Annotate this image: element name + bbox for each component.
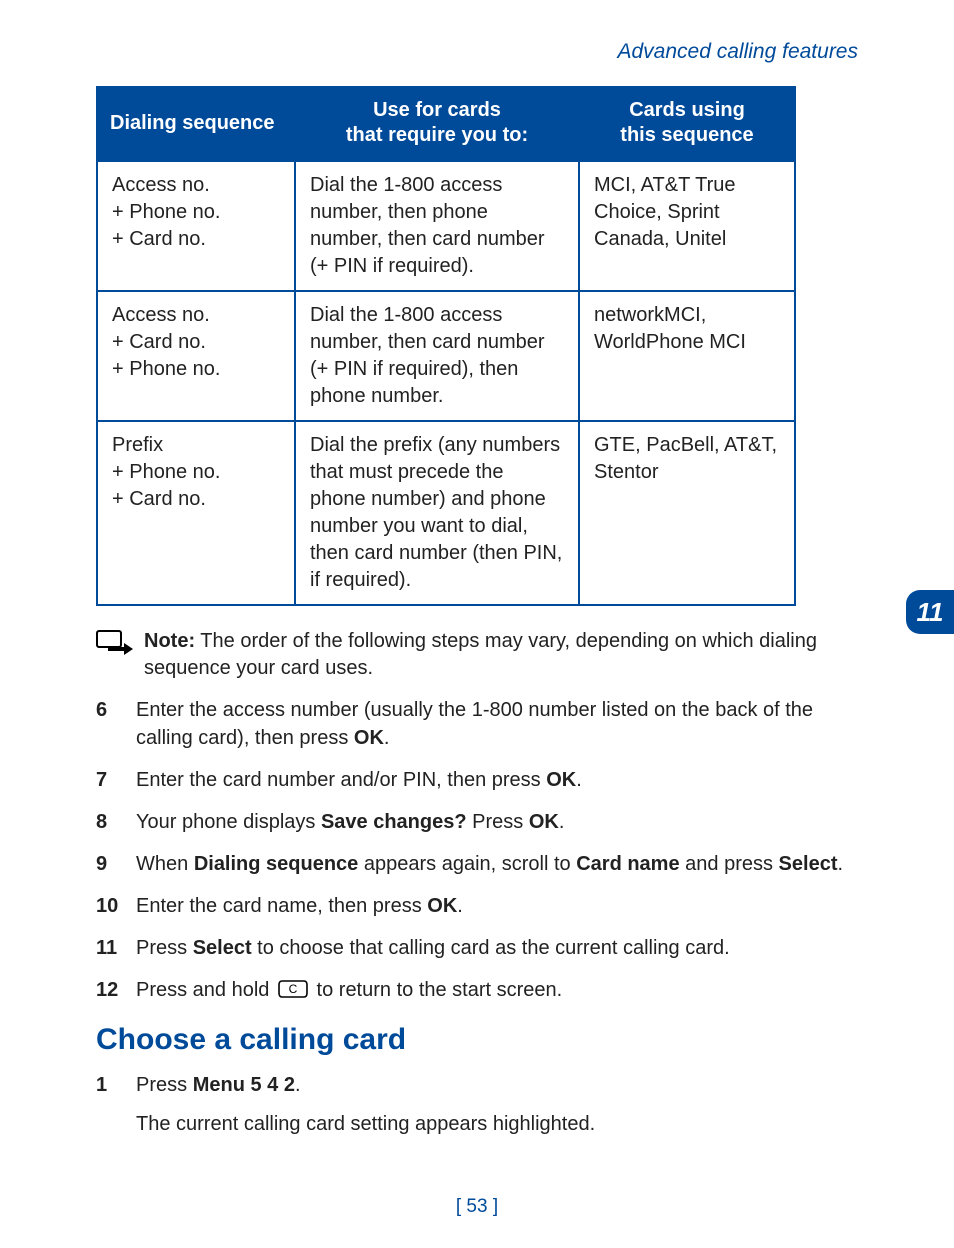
step-number: 11: [96, 934, 136, 962]
cell-cards: MCI, AT&T True Choice, Sprint Canada, Un…: [579, 161, 795, 291]
list-item: 1Press Menu 5 4 2.: [96, 1071, 858, 1099]
list-item: 12Press and hold C to return to the star…: [96, 976, 858, 1007]
step-body: Enter the card number and/or PIN, then p…: [136, 766, 858, 794]
table-row: Prefix+ Phone no.+ Card no.Dial the pref…: [97, 421, 795, 605]
step-number: 12: [96, 976, 136, 1007]
step-number: 7: [96, 766, 136, 794]
list-item: 8Your phone displays Save changes? Press…: [96, 808, 858, 836]
svg-text:C: C: [289, 982, 298, 996]
note-arrow-icon: [96, 630, 136, 664]
list-item: 9When Dialing sequence appears again, sc…: [96, 850, 858, 878]
step-body: Your phone displays Save changes? Press …: [136, 808, 858, 836]
step-body: Press Menu 5 4 2.: [136, 1071, 858, 1099]
section-heading: Choose a calling card: [96, 1023, 858, 1057]
step-body: Enter the card name, then press OK.: [136, 892, 858, 920]
table-header-cards: Cards using this sequence: [579, 87, 795, 161]
step-body: Press and hold C to return to the start …: [136, 976, 858, 1007]
step-number: 6: [96, 696, 136, 752]
list-item: 10Enter the card name, then press OK.: [96, 892, 858, 920]
chapter-tab-badge: 11: [906, 590, 954, 634]
table-header-use: Use for cards that require you to:: [295, 87, 579, 161]
step-number: 8: [96, 808, 136, 836]
breadcrumb: Advanced calling features: [96, 40, 858, 64]
page-number: [ 53 ]: [0, 1196, 954, 1218]
note-text: The order of the following steps may var…: [144, 630, 817, 679]
list-item: 7Enter the card number and/or PIN, then …: [96, 766, 858, 794]
dialing-sequence-table: Dialing sequence Use for cards that requ…: [96, 86, 796, 606]
step-body: Press Select to choose that calling card…: [136, 934, 858, 962]
cell-sequence: Prefix+ Phone no.+ Card no.: [97, 421, 295, 605]
note-block: Note: The order of the following steps m…: [96, 628, 858, 682]
step-number: 1: [96, 1071, 136, 1099]
step-number: 10: [96, 892, 136, 920]
steps-list-a: 6Enter the access number (usually the 1-…: [96, 696, 858, 1007]
step-body: Enter the access number (usually the 1-8…: [136, 696, 858, 752]
step-body: When Dialing sequence appears again, scr…: [136, 850, 858, 878]
list-item: 11Press Select to choose that calling ca…: [96, 934, 858, 962]
c-key-icon: C: [278, 979, 308, 1007]
steps-list-b: 1Press Menu 5 4 2.: [96, 1071, 858, 1099]
cell-cards: networkMCI, WorldPhone MCI: [579, 291, 795, 421]
cell-use: Dial the 1-800 access number, then phone…: [295, 161, 579, 291]
section-subtext: The current calling card setting appears…: [136, 1113, 858, 1136]
cell-use: Dial the prefix (any numbers that must p…: [295, 421, 579, 605]
cell-sequence: Access no.+ Card no.+ Phone no.: [97, 291, 295, 421]
table-row: Access no.+ Phone no.+ Card no.Dial the …: [97, 161, 795, 291]
list-item: 6Enter the access number (usually the 1-…: [96, 696, 858, 752]
table-header-sequence: Dialing sequence: [97, 87, 295, 161]
cell-use: Dial the 1-800 access number, then card …: [295, 291, 579, 421]
note-label: Note:: [144, 630, 195, 652]
step-number: 9: [96, 850, 136, 878]
cell-sequence: Access no.+ Phone no.+ Card no.: [97, 161, 295, 291]
table-row: Access no.+ Card no.+ Phone no.Dial the …: [97, 291, 795, 421]
cell-cards: GTE, PacBell, AT&T, Stentor: [579, 421, 795, 605]
